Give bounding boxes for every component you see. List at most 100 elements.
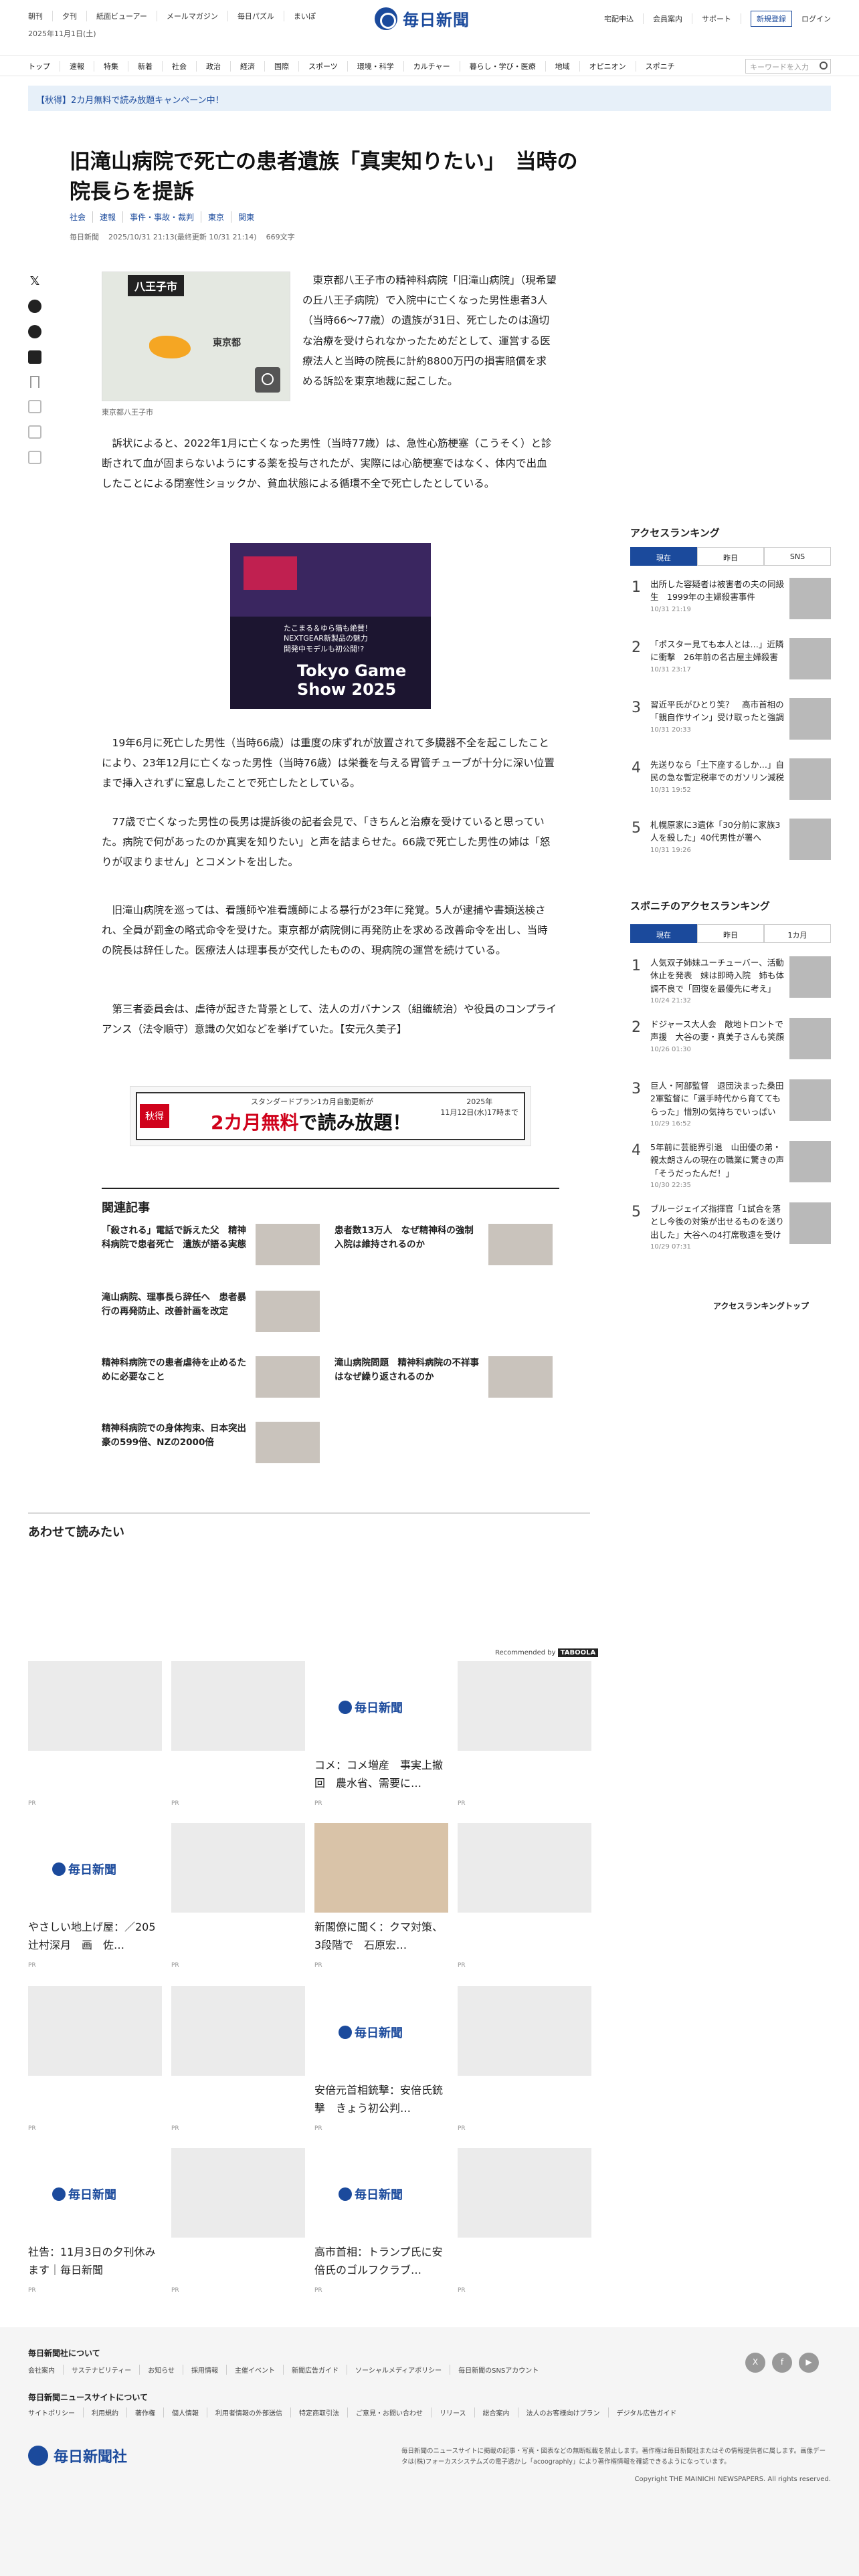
footer-link[interactable]: 採用情報 xyxy=(191,2365,227,2375)
ranking-item[interactable]: 3 習近平氏がひとり笑？ 高市首相の「親自作サイン」受け取ったと強調 10/31 2… xyxy=(630,697,831,750)
footer-link[interactable]: デジタル広告ガイド xyxy=(617,2407,685,2418)
ranking-item[interactable]: 2 ドジャース大人会 敵地トロントで声援 大谷の妻・真美子さんも笑顔 10/26 0… xyxy=(630,1016,831,1070)
ranking-heading[interactable]: アクセスランキング xyxy=(630,526,720,540)
login-link[interactable]: ログイン xyxy=(801,13,831,24)
zoom-icon[interactable] xyxy=(255,367,280,393)
tag-link[interactable]: 東京 xyxy=(208,211,232,223)
site-logo[interactable]: 毎日新聞 xyxy=(375,7,470,30)
tag-link[interactable]: 社会 xyxy=(70,211,94,223)
top-link[interactable]: 夕刊 xyxy=(62,11,87,21)
ranking-item[interactable]: 4 5年前に芸能界引退 山田優の弟・親太朗さんの現在の職業に驚きの声「そうだったん… xyxy=(630,1140,831,1193)
nav-item[interactable]: トップ xyxy=(28,61,60,72)
search-icon[interactable] xyxy=(820,62,828,70)
support-link[interactable]: サポート xyxy=(702,13,741,24)
nav-item[interactable]: 特集 xyxy=(104,61,128,72)
related-item[interactable]: 滝山病院問題 精神科病院の不祥事はなぜ繰り返されるのか xyxy=(335,1356,559,1403)
tab-yesterday[interactable]: 昨日 xyxy=(697,924,764,943)
tab-current[interactable]: 現在 xyxy=(630,547,697,566)
top-link[interactable]: まいぽ xyxy=(294,11,325,21)
recommendation-card[interactable]: PR xyxy=(171,1823,305,1969)
facebook-share-icon[interactable] xyxy=(28,325,41,338)
footer-link[interactable]: 特定商取引法 xyxy=(299,2407,348,2418)
advertisement-image[interactable]: たこまる＆ゆら猫も絶賛！ NEXTGEAR新製品の魅力 開発中モデルも初公開!?… xyxy=(230,543,431,709)
tab-yesterday[interactable]: 昨日 xyxy=(697,547,764,566)
footer-link[interactable]: 著作権 xyxy=(135,2407,164,2418)
mail-icon[interactable] xyxy=(28,400,41,413)
top-link[interactable]: 毎日パズル xyxy=(237,11,284,21)
footer-link[interactable]: サステナビリティー xyxy=(72,2365,140,2375)
footer-logo[interactable]: 毎日新聞社 xyxy=(28,2445,127,2466)
recommendation-card[interactable]: PR xyxy=(171,2148,305,2294)
tag-link[interactable]: 関東 xyxy=(238,211,261,223)
print-icon[interactable] xyxy=(28,451,41,464)
nav-item[interactable]: オピニオン xyxy=(589,61,636,72)
related-item[interactable]: 精神科病院での患者虐待を止めるために必要なこと xyxy=(102,1356,326,1403)
ranking-item[interactable]: 1 出所した容疑者は被害者の夫の同級生 1999年の主婦殺害事件 10/31 21:… xyxy=(630,576,831,630)
subscription-promo[interactable]: 秋得 スタンダードプラン1カ月自動更新が 2カ月無料で読み放題！ 2025年 1… xyxy=(130,1086,531,1146)
top-link[interactable]: 紙面ビューアー xyxy=(96,11,157,21)
footer-link[interactable]: 会社案内 xyxy=(28,2365,64,2375)
ranking-item[interactable]: 5 ブルージェイズ指揮官「1試合を落とし今後の対策が出せるものを送り出した」大谷へ… xyxy=(630,1201,831,1255)
hatena-share-icon[interactable] xyxy=(28,300,41,313)
recommendation-card[interactable]: 毎日新聞 やさしい地上げ屋：／205 辻村深月 画 佐… PR xyxy=(28,1823,162,1969)
tag-link[interactable]: 速報 xyxy=(100,211,124,223)
tab-current[interactable]: 現在 xyxy=(630,924,697,943)
nav-item[interactable]: 経済 xyxy=(240,61,265,72)
recommendation-card[interactable]: PR xyxy=(458,1823,591,1969)
nav-item[interactable]: カルチャー xyxy=(413,61,460,72)
nav-item[interactable]: スポーツ xyxy=(308,61,348,72)
related-item[interactable]: 滝山病院、理事長ら辞任へ 患者暴行の再発防止、改善計画を改定 xyxy=(102,1291,326,1337)
footer-link[interactable]: 総合案内 xyxy=(483,2407,518,2418)
footer-link[interactable]: 個人情報 xyxy=(172,2407,207,2418)
related-item[interactable]: 患者数13万人 なぜ精神科の強制入院は維持されるのか xyxy=(335,1224,559,1271)
footer-link[interactable]: 毎日新聞のSNSアカウント xyxy=(458,2365,547,2375)
footer-link[interactable]: ソーシャルメディアポリシー xyxy=(355,2365,451,2375)
location-map[interactable]: 八王子市 東京都 xyxy=(102,272,290,401)
recommendation-card[interactable]: 毎日新聞 安倍元首相銃撃：安倍氏銃撃 きょう初公判… PR xyxy=(314,1986,448,2132)
register-button[interactable]: 新規登録 xyxy=(751,11,792,27)
nav-item[interactable]: 暮らし・学び・医療 xyxy=(470,61,546,72)
footer-link[interactable]: 法人のお客様向けプラン xyxy=(527,2407,609,2418)
ranking-item[interactable]: 4 先送りなら「土下座するしか…」自民の急な暫定税率でのガソリン減税 10/31 1… xyxy=(630,757,831,811)
recommendation-card[interactable]: 毎日新聞 高市首相：トランプ氏に安倍氏のゴルフクラブ… PR xyxy=(314,2148,448,2294)
nav-item[interactable]: スポニチ xyxy=(646,61,684,72)
recommendation-card[interactable]: PR xyxy=(458,1986,591,2132)
youtube-icon[interactable]: ▶ xyxy=(799,2353,819,2373)
nav-item[interactable]: 新着 xyxy=(138,61,163,72)
footer-link[interactable]: 主催イベント xyxy=(235,2365,284,2375)
footer-link[interactable]: サイトポリシー xyxy=(28,2407,84,2418)
recommendation-card[interactable]: PR xyxy=(458,2148,591,2294)
recommendation-card[interactable]: PR xyxy=(458,1661,591,1807)
link-icon[interactable] xyxy=(28,425,41,439)
recommended-by[interactable]: Recommended by TABOOLA xyxy=(495,1648,599,1657)
related-item[interactable]: 精神科病院での身体拘束、日本突出 豪の599倍、NZの2000倍 xyxy=(102,1422,326,1469)
nav-item[interactable]: 国際 xyxy=(274,61,299,72)
top-link[interactable]: 朝刊 xyxy=(28,11,53,21)
campaign-banner[interactable]: 【秋得】2カ月無料で読み放題キャンペーン中！ xyxy=(28,86,831,111)
nav-item[interactable]: 速報 xyxy=(70,61,94,72)
x-icon[interactable]: X xyxy=(745,2353,765,2373)
footer-link[interactable]: 利用規約 xyxy=(92,2407,127,2418)
ranking-item[interactable]: 3 巨人・阿部監督 退団決まった桑田2軍監督に「選手時代から育ててもらった」惜別の… xyxy=(630,1078,831,1132)
ranking-item[interactable]: 2 「ポスター見ても本人とは…」近隣に衝撃 26年前の名古屋主婦殺害 10/31 2… xyxy=(630,637,831,690)
footer-link[interactable]: 利用者情報の外部送信 xyxy=(215,2407,291,2418)
recommendation-card[interactable]: 新閣僚に聞く：クマ対策、3段階で 石原宏… PR xyxy=(314,1823,448,1969)
membership-link[interactable]: 会員案内 xyxy=(653,13,692,24)
footer-link[interactable]: ご意見・お問い合わせ xyxy=(356,2407,432,2418)
tab-month[interactable]: 1カ月 xyxy=(764,924,831,943)
nav-item[interactable]: 社会 xyxy=(172,61,197,72)
recommendation-card[interactable]: PR xyxy=(28,1986,162,2132)
footer-link[interactable]: リリース xyxy=(440,2407,475,2418)
facebook-icon[interactable]: f xyxy=(772,2353,792,2373)
tab-sns[interactable]: SNS xyxy=(764,547,831,566)
recommendation-card[interactable]: 毎日新聞 社告：11月3日の夕刊休みます｜毎日新聞 PR xyxy=(28,2148,162,2294)
recommendation-card[interactable]: PR xyxy=(171,1661,305,1807)
footer-link[interactable]: お知らせ xyxy=(148,2365,184,2375)
tag-link[interactable]: 事件・事故・裁判 xyxy=(130,211,202,223)
recommendation-card[interactable]: PR xyxy=(171,1986,305,2132)
ranking-item[interactable]: 1 人気双子姉妹ユーチューバー、活動休止を発表 妹は即時入院 姉も体調不良で「回復… xyxy=(630,955,831,1008)
note-share-icon[interactable] xyxy=(28,350,41,364)
footer-link[interactable]: 新聞広告ガイド xyxy=(292,2365,348,2375)
top-link[interactable]: メールマガジン xyxy=(167,11,228,21)
recommendation-card[interactable]: 毎日新聞 コメ：コメ増産 事実上撤回 農水省、需要に… PR xyxy=(314,1661,448,1807)
